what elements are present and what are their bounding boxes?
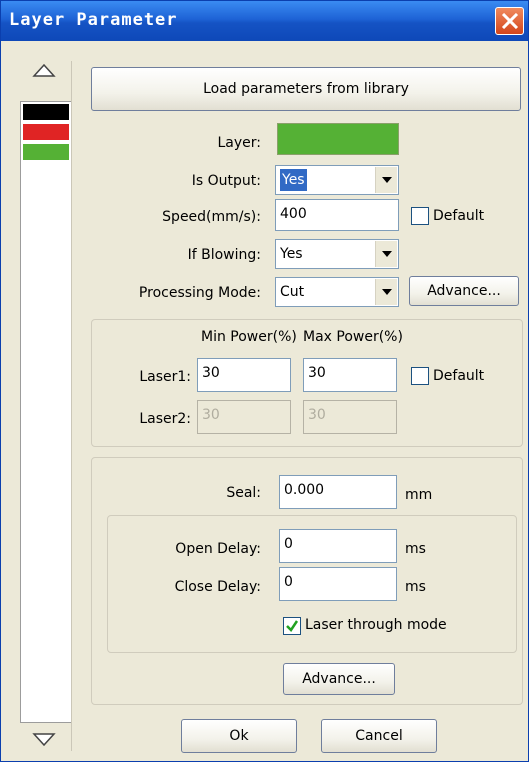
open-delay-input[interactable]: 0 [279,529,397,563]
if-blowing-value: Yes [280,246,303,262]
laser-through-label: Laser through mode [305,617,447,633]
processing-mode-label: Processing Mode: [138,285,261,301]
triangle-up-icon [32,63,56,77]
laser2-min-input: 30 [197,400,291,434]
dropdown-arrow[interactable] [375,241,397,267]
speed-default-label: Default [433,208,485,224]
seal-input[interactable]: 0.000 [279,475,397,509]
power-default-checkbox[interactable] [411,367,429,385]
power-default-label: Default [433,368,485,384]
laser-through-checkbox[interactable] [283,617,301,635]
if-blowing-select[interactable]: Yes [275,239,399,269]
dropdown-arrow[interactable] [375,279,397,305]
chevron-down-icon [382,251,392,257]
window-title: Layer Parameter [9,10,178,30]
close-button[interactable] [495,7,524,35]
layer-list[interactable] [20,101,72,723]
triangle-down-icon [32,733,56,747]
laser2-max-input: 30 [303,400,397,434]
layer-parameter-dialog: Layer Parameter Load parameters from lib… [0,0,529,762]
processing-mode-select[interactable]: Cut [275,277,399,307]
if-blowing-label: If Blowing: [187,247,261,263]
load-parameters-button[interactable]: Load parameters from library [91,67,521,111]
layer-color-box [277,123,399,155]
min-power-header: Min Power(%) [201,329,297,345]
open-delay-unit: ms [405,541,426,557]
is-output-label: Is Output: [191,173,261,189]
advance-button[interactable]: Advance... [409,276,519,306]
checkmark-icon [286,620,299,632]
layer-swatch-green[interactable] [23,144,69,160]
chevron-down-icon [382,289,392,295]
seal-unit: mm [405,487,433,503]
chevron-down-icon [382,177,392,183]
close-delay-unit: ms [405,579,426,595]
close-delay-label: Close Delay: [174,579,261,595]
seal-label: Seal: [226,485,261,501]
layer-label: Layer: [217,135,261,151]
dropdown-arrow[interactable] [375,167,397,193]
speed-label: Speed(mm/s): [162,209,261,225]
laser1-label: Laser1: [139,369,191,385]
layer-strip [12,61,78,753]
open-delay-label: Open Delay: [175,541,261,557]
title-bar[interactable]: Layer Parameter [1,1,528,41]
layer-swatch-black[interactable] [23,104,69,120]
ok-button[interactable]: Ok [181,719,297,753]
speed-default-checkbox[interactable] [411,207,429,225]
strip-divider [71,61,72,751]
cancel-button[interactable]: Cancel [321,719,437,753]
processing-mode-value: Cut [280,284,305,300]
advance-button-2[interactable]: Advance... [283,663,395,695]
speed-input[interactable]: 400 [275,199,399,231]
layer-swatch-red[interactable] [23,124,69,140]
is-output-select[interactable]: Yes [275,165,399,195]
scroll-up-button[interactable] [32,61,56,79]
scroll-down-button[interactable] [32,731,56,749]
laser1-min-input[interactable]: 30 [197,358,291,392]
laser1-max-input[interactable]: 30 [303,358,397,392]
is-output-value: Yes [280,169,307,191]
max-power-header: Max Power(%) [303,329,403,345]
laser2-label: Laser2: [139,411,191,427]
close-delay-input[interactable]: 0 [279,567,397,601]
close-icon [501,13,519,29]
